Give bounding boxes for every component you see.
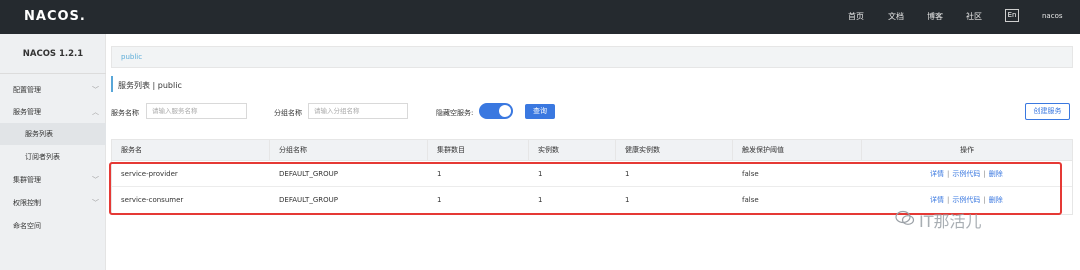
sidebar-item-label: 配置管理 bbox=[13, 86, 41, 94]
watermark-text: IT那活儿 bbox=[919, 212, 982, 231]
page-title: 服务列表 | public bbox=[118, 81, 182, 90]
column-header: 集群数目 bbox=[428, 140, 529, 161]
column-header: 实例数 bbox=[529, 140, 616, 161]
chevron-down-icon: ﹀ bbox=[92, 176, 99, 184]
query-button[interactable]: 查询 bbox=[525, 104, 555, 119]
nav-docs[interactable]: 文档 bbox=[888, 11, 904, 22]
breadcrumb-namespace[interactable]: public bbox=[121, 53, 142, 61]
hide-empty-toggle[interactable] bbox=[479, 103, 513, 119]
chevron-down-icon: ﹀ bbox=[92, 86, 99, 94]
service-name-input[interactable]: 请输入服务名称 bbox=[146, 103, 247, 119]
breadcrumb: public bbox=[111, 46, 1073, 68]
table-header: 服务名 分组名称 集群数目 实例数 健康实例数 触发保护阈值 操作 bbox=[112, 140, 1072, 161]
chevron-up-icon: ︿ bbox=[92, 108, 99, 116]
sidebar-item-label: 服务管理 bbox=[13, 108, 41, 116]
sidebar-item-subscribers[interactable]: 订阅者列表 bbox=[0, 146, 106, 168]
toggle-knob bbox=[499, 105, 511, 117]
sidebar-item-namespace[interactable]: 命名空间 bbox=[0, 215, 106, 237]
service-name-label: 服务名称 bbox=[111, 109, 139, 117]
column-header: 触发保护阈值 bbox=[733, 140, 862, 161]
chevron-down-icon: ﹀ bbox=[92, 199, 99, 207]
column-header: 健康实例数 bbox=[616, 140, 733, 161]
hide-empty-label: 隐藏空服务: bbox=[436, 109, 474, 117]
title-accent-bar bbox=[111, 76, 113, 92]
sidebar-item-auth[interactable]: 权限控制 ﹀ bbox=[0, 192, 106, 214]
sidebar-item-service-list[interactable]: 服务列表 bbox=[0, 123, 106, 145]
sidebar-item-label: 集群管理 bbox=[13, 176, 41, 184]
sidebar: NACOS 1.2.1 配置管理 ﹀ 服务管理 ︿ 服务列表 订阅者列表 集群管… bbox=[0, 34, 106, 270]
nav-home[interactable]: 首页 bbox=[848, 11, 864, 22]
sidebar-item-label: 命名空间 bbox=[13, 222, 41, 230]
sidebar-item-config[interactable]: 配置管理 ﹀ bbox=[0, 79, 106, 101]
sidebar-item-label: 权限控制 bbox=[13, 199, 41, 207]
nav-community[interactable]: 社区 bbox=[966, 11, 982, 22]
language-switch[interactable]: En bbox=[1005, 9, 1019, 22]
sidebar-item-cluster[interactable]: 集群管理 ﹀ bbox=[0, 169, 106, 191]
sidebar-item-label: 服务列表 bbox=[25, 130, 53, 138]
column-header: 分组名称 bbox=[270, 140, 428, 161]
version-label: NACOS 1.2.1 bbox=[0, 34, 106, 74]
sidebar-item-label: 订阅者列表 bbox=[25, 153, 60, 161]
user-name[interactable]: nacos bbox=[1042, 12, 1063, 20]
column-header: 服务名 bbox=[112, 140, 270, 161]
sidebar-item-service[interactable]: 服务管理 ︿ bbox=[0, 101, 106, 123]
nacos-logo[interactable]: NACOS. bbox=[24, 9, 86, 24]
wechat-icon bbox=[895, 210, 915, 225]
group-name-label: 分组名称 bbox=[274, 109, 302, 117]
top-navbar: NACOS. 首页 文档 博客 社区 En nacos bbox=[0, 0, 1080, 34]
column-header: 操作 bbox=[960, 146, 974, 154]
create-service-button[interactable]: 创建服务 bbox=[1025, 103, 1070, 120]
nav-blog[interactable]: 博客 bbox=[927, 11, 943, 22]
group-name-input[interactable]: 请输入分组名称 bbox=[308, 103, 408, 119]
